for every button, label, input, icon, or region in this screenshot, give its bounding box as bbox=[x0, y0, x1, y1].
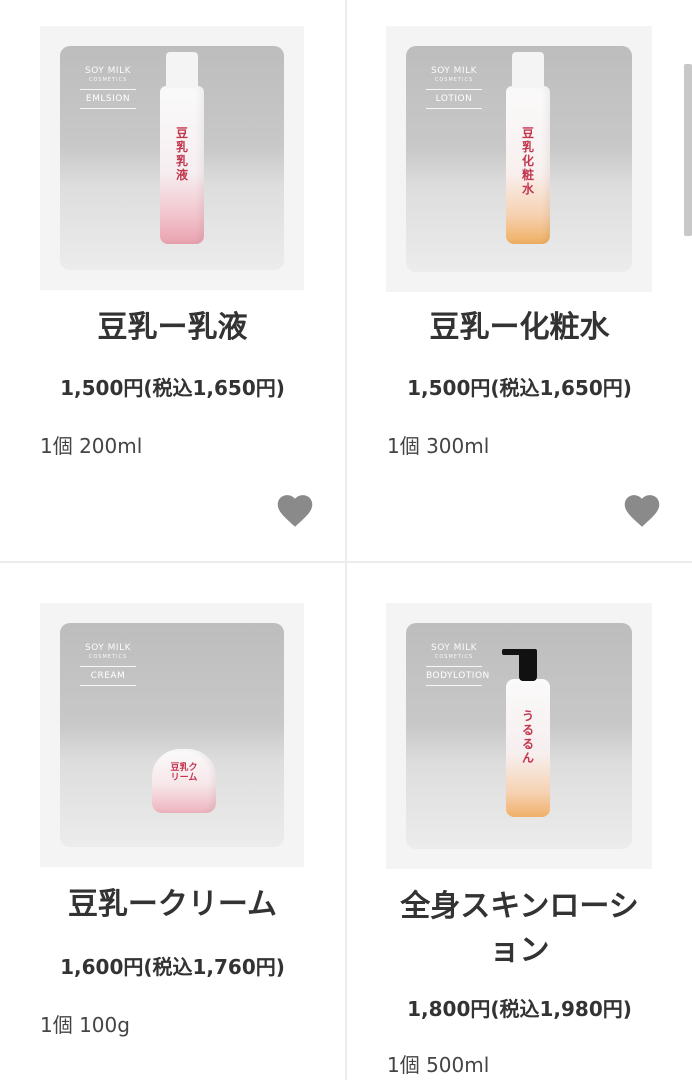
product-image[interactable]: SOY MILK COSMETICS LOTION 豆乳化粧水 bbox=[386, 26, 652, 292]
product-price: 1,600円(税込1,760円) bbox=[60, 955, 285, 979]
product-name[interactable]: 全身スキンローション bbox=[347, 885, 692, 973]
product-photo: SOY MILK COSMETICS LOTION 豆乳化粧水 bbox=[406, 46, 632, 272]
product-image[interactable]: SOY MILK COSMETICS BODYLOTION うるるん bbox=[386, 603, 652, 869]
bottle-label: 豆乳化粧水 bbox=[521, 126, 534, 196]
product-photo: SOY MILK COSMETICS CREAM 豆乳クリーム bbox=[60, 623, 284, 847]
product-image[interactable]: SOY MILK COSMETICS EMLSION 豆乳乳液 bbox=[40, 26, 304, 290]
brand-mark: SOY MILK COSMETICS BODYLOTION bbox=[426, 643, 490, 686]
brand-category: CREAM bbox=[90, 671, 126, 681]
jar-graphic: 豆乳クリーム bbox=[152, 749, 216, 813]
product-name[interactable]: 豆乳ー乳液 bbox=[0, 308, 345, 348]
product-card[interactable]: SOY MILK COSMETICS CREAM 豆乳クリーム 豆乳ークリーム … bbox=[0, 563, 345, 1080]
bottle-label: 豆乳乳液 bbox=[175, 126, 188, 182]
brand-line1: SOY MILK bbox=[85, 643, 131, 653]
brand-mark: SOY MILK COSMETICS CREAM bbox=[80, 643, 136, 686]
product-image[interactable]: SOY MILK COSMETICS CREAM 豆乳クリーム bbox=[40, 603, 304, 867]
brand-category: BODYLOTION bbox=[426, 671, 490, 681]
bottle-graphic: 豆乳乳液 bbox=[160, 52, 204, 244]
jar-label: 豆乳クリーム bbox=[170, 763, 198, 783]
brand-line2: COSMETICS bbox=[88, 654, 128, 660]
brand-line1: SOY MILK bbox=[431, 643, 477, 653]
brand-mark: SOY MILK COSMETICS EMLSION bbox=[80, 66, 136, 109]
heart-icon[interactable] bbox=[621, 490, 663, 528]
pump-bottle-graphic: うるるん bbox=[502, 649, 550, 817]
product-card[interactable]: SOY MILK COSMETICS LOTION 豆乳化粧水 豆乳ー化粧水 1… bbox=[347, 0, 692, 561]
brand-category: LOTION bbox=[435, 94, 473, 104]
product-quantity: 1個 200ml bbox=[40, 434, 143, 458]
bottle-label: うるるん bbox=[521, 709, 534, 765]
product-quantity: 1個 300ml bbox=[387, 434, 490, 458]
product-photo: SOY MILK COSMETICS BODYLOTION うるるん bbox=[406, 623, 632, 849]
brand-line2: COSMETICS bbox=[434, 77, 474, 83]
product-name[interactable]: 豆乳ー化粧水 bbox=[347, 308, 692, 348]
product-price: 1,800円(税込1,980円) bbox=[407, 997, 632, 1021]
bottle-graphic: 豆乳化粧水 bbox=[506, 52, 550, 244]
brand-category: EMLSION bbox=[85, 94, 131, 104]
product-card[interactable]: SOY MILK COSMETICS EMLSION 豆乳乳液 豆乳ー乳液 1,… bbox=[0, 0, 345, 561]
product-quantity: 1個 100g bbox=[40, 1013, 130, 1037]
product-price: 1,500円(税込1,650円) bbox=[60, 376, 285, 400]
brand-line1: SOY MILK bbox=[431, 66, 477, 76]
brand-mark: SOY MILK COSMETICS LOTION bbox=[426, 66, 482, 109]
product-card[interactable]: SOY MILK COSMETICS BODYLOTION うるるん 全身スキン… bbox=[347, 563, 692, 1080]
product-name[interactable]: 豆乳ークリーム bbox=[0, 885, 345, 925]
product-photo: SOY MILK COSMETICS EMLSION 豆乳乳液 bbox=[60, 46, 284, 270]
product-grid: SOY MILK COSMETICS EMLSION 豆乳乳液 豆乳ー乳液 1,… bbox=[0, 0, 692, 1080]
brand-line2: COSMETICS bbox=[434, 654, 474, 660]
brand-line1: SOY MILK bbox=[85, 66, 131, 76]
brand-line2: COSMETICS bbox=[88, 77, 128, 83]
product-quantity: 1個 500ml bbox=[387, 1053, 490, 1077]
heart-icon[interactable] bbox=[274, 490, 316, 528]
product-price: 1,500円(税込1,650円) bbox=[407, 376, 632, 400]
